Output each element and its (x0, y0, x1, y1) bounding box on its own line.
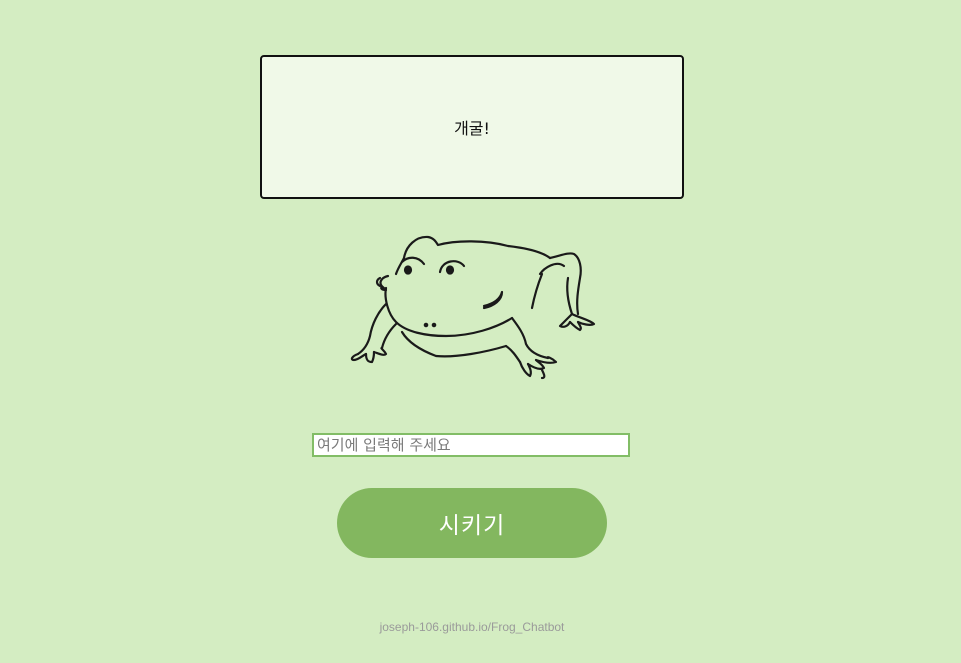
chat-input[interactable] (312, 433, 630, 457)
footer-url: joseph-106.github.io/Frog_Chatbot (379, 620, 565, 634)
speech-bubble: 개굴! (260, 55, 684, 199)
frog-illustration (346, 228, 602, 384)
frog-icon (350, 235, 596, 380)
send-button[interactable]: 시키기 (337, 488, 607, 558)
speech-text: 개굴! (454, 119, 490, 138)
